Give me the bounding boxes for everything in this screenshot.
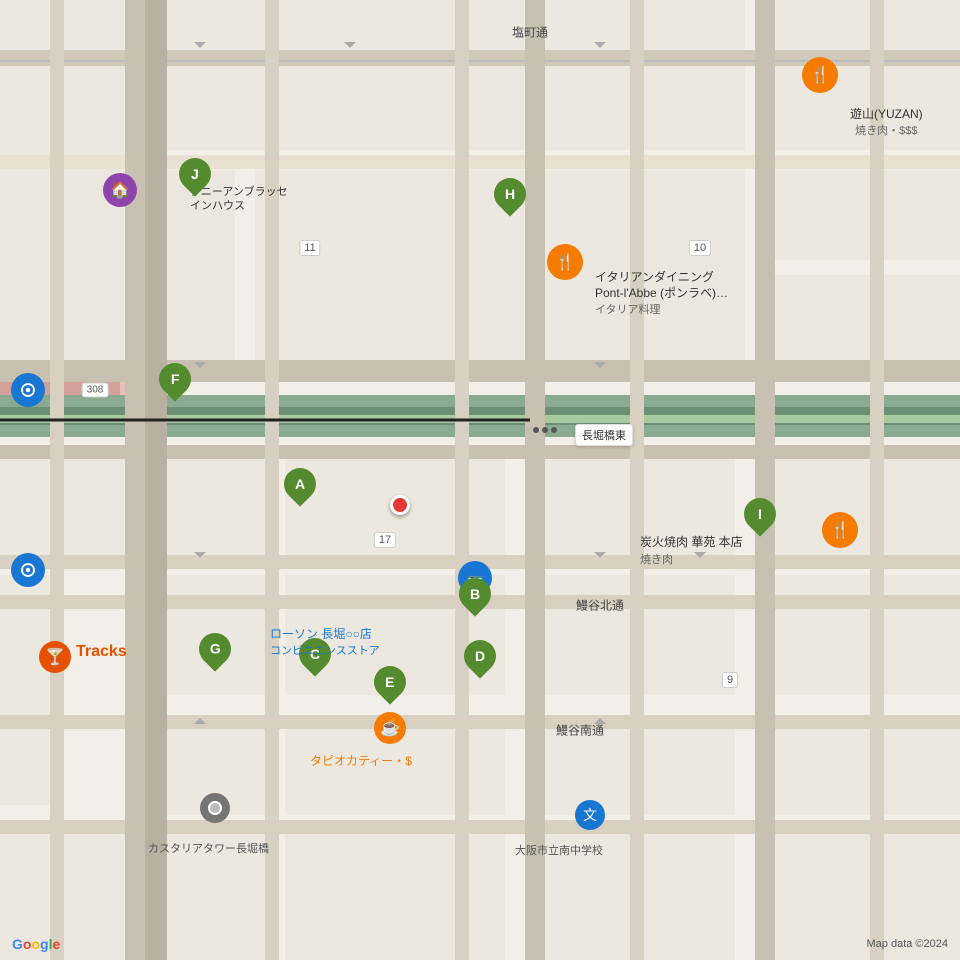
tapioca-poi-label[interactable]: タピオカティー・$	[310, 752, 412, 769]
pont-labbe-food-marker[interactable]: 🍴	[547, 244, 583, 280]
pin-d[interactable]: D	[464, 640, 496, 672]
pin-h[interactable]: H	[494, 178, 526, 210]
yuzan-poi-label[interactable]: 遊山(YUZAN) 焼き肉・$$$	[850, 105, 923, 138]
pin-a[interactable]: A	[284, 468, 316, 500]
castalia-poi-label[interactable]: カスタリアタワー長堀橋	[148, 840, 269, 856]
road-number-308: 308	[82, 383, 109, 398]
pont-labbe-poi-label[interactable]: イタリアンダイニング Pont-l'Abbe (ポンラベ)… イタリア料理	[595, 270, 728, 317]
purple-marker[interactable]: 🏠	[103, 173, 137, 207]
street-shio-machi: 塩町通	[512, 24, 548, 41]
gray-circle-marker[interactable]	[200, 793, 230, 823]
road-number-11: 11	[299, 240, 320, 256]
tracks-label[interactable]: Tracks	[76, 643, 127, 661]
school-icon[interactable]: 文	[575, 800, 605, 830]
pin-g[interactable]: G	[199, 633, 231, 665]
yuzan-food-marker[interactable]: 🍴	[802, 57, 838, 93]
pin-f[interactable]: F	[159, 363, 191, 395]
osaka-school-poi-label[interactable]: 大阪市立南中学校	[515, 842, 603, 858]
road-number-10: 10	[689, 240, 711, 256]
pin-j[interactable]: J	[179, 158, 211, 190]
sumibi-poi-label[interactable]: 炭火焼肉 華苑 本店 焼き肉	[640, 535, 743, 567]
sumibi-food-marker[interactable]: 🍴	[822, 512, 858, 548]
tracks-icon[interactable]: 🍸	[39, 641, 71, 673]
pin-i[interactable]: I	[744, 498, 776, 530]
pin-e[interactable]: E	[374, 666, 406, 698]
metro-marker-west[interactable]	[11, 373, 45, 407]
metro-marker-south[interactable]	[11, 553, 45, 587]
road-number-9: 9	[722, 672, 738, 688]
pin-b[interactable]: B	[459, 578, 491, 610]
lawson-poi-label[interactable]: ローソン 長堀○○店 コンビニエンスストア	[270, 625, 380, 658]
current-location-dot	[390, 495, 410, 515]
road-number-17: 17	[374, 532, 396, 548]
route-dots	[533, 427, 557, 433]
street-unagiya-kita: 鰻谷北通	[576, 597, 624, 614]
map-container[interactable]: 塩町通 鰻谷北通 鰻谷南通 11 10 17 9 308 長堀橋東 🚌 🏠 アニ…	[0, 0, 960, 960]
coffee-marker[interactable]: ☕	[374, 712, 406, 744]
nagahori-station-label: 長堀橋東	[575, 424, 633, 446]
street-unagiya-minami: 鰻谷南通	[556, 722, 604, 739]
